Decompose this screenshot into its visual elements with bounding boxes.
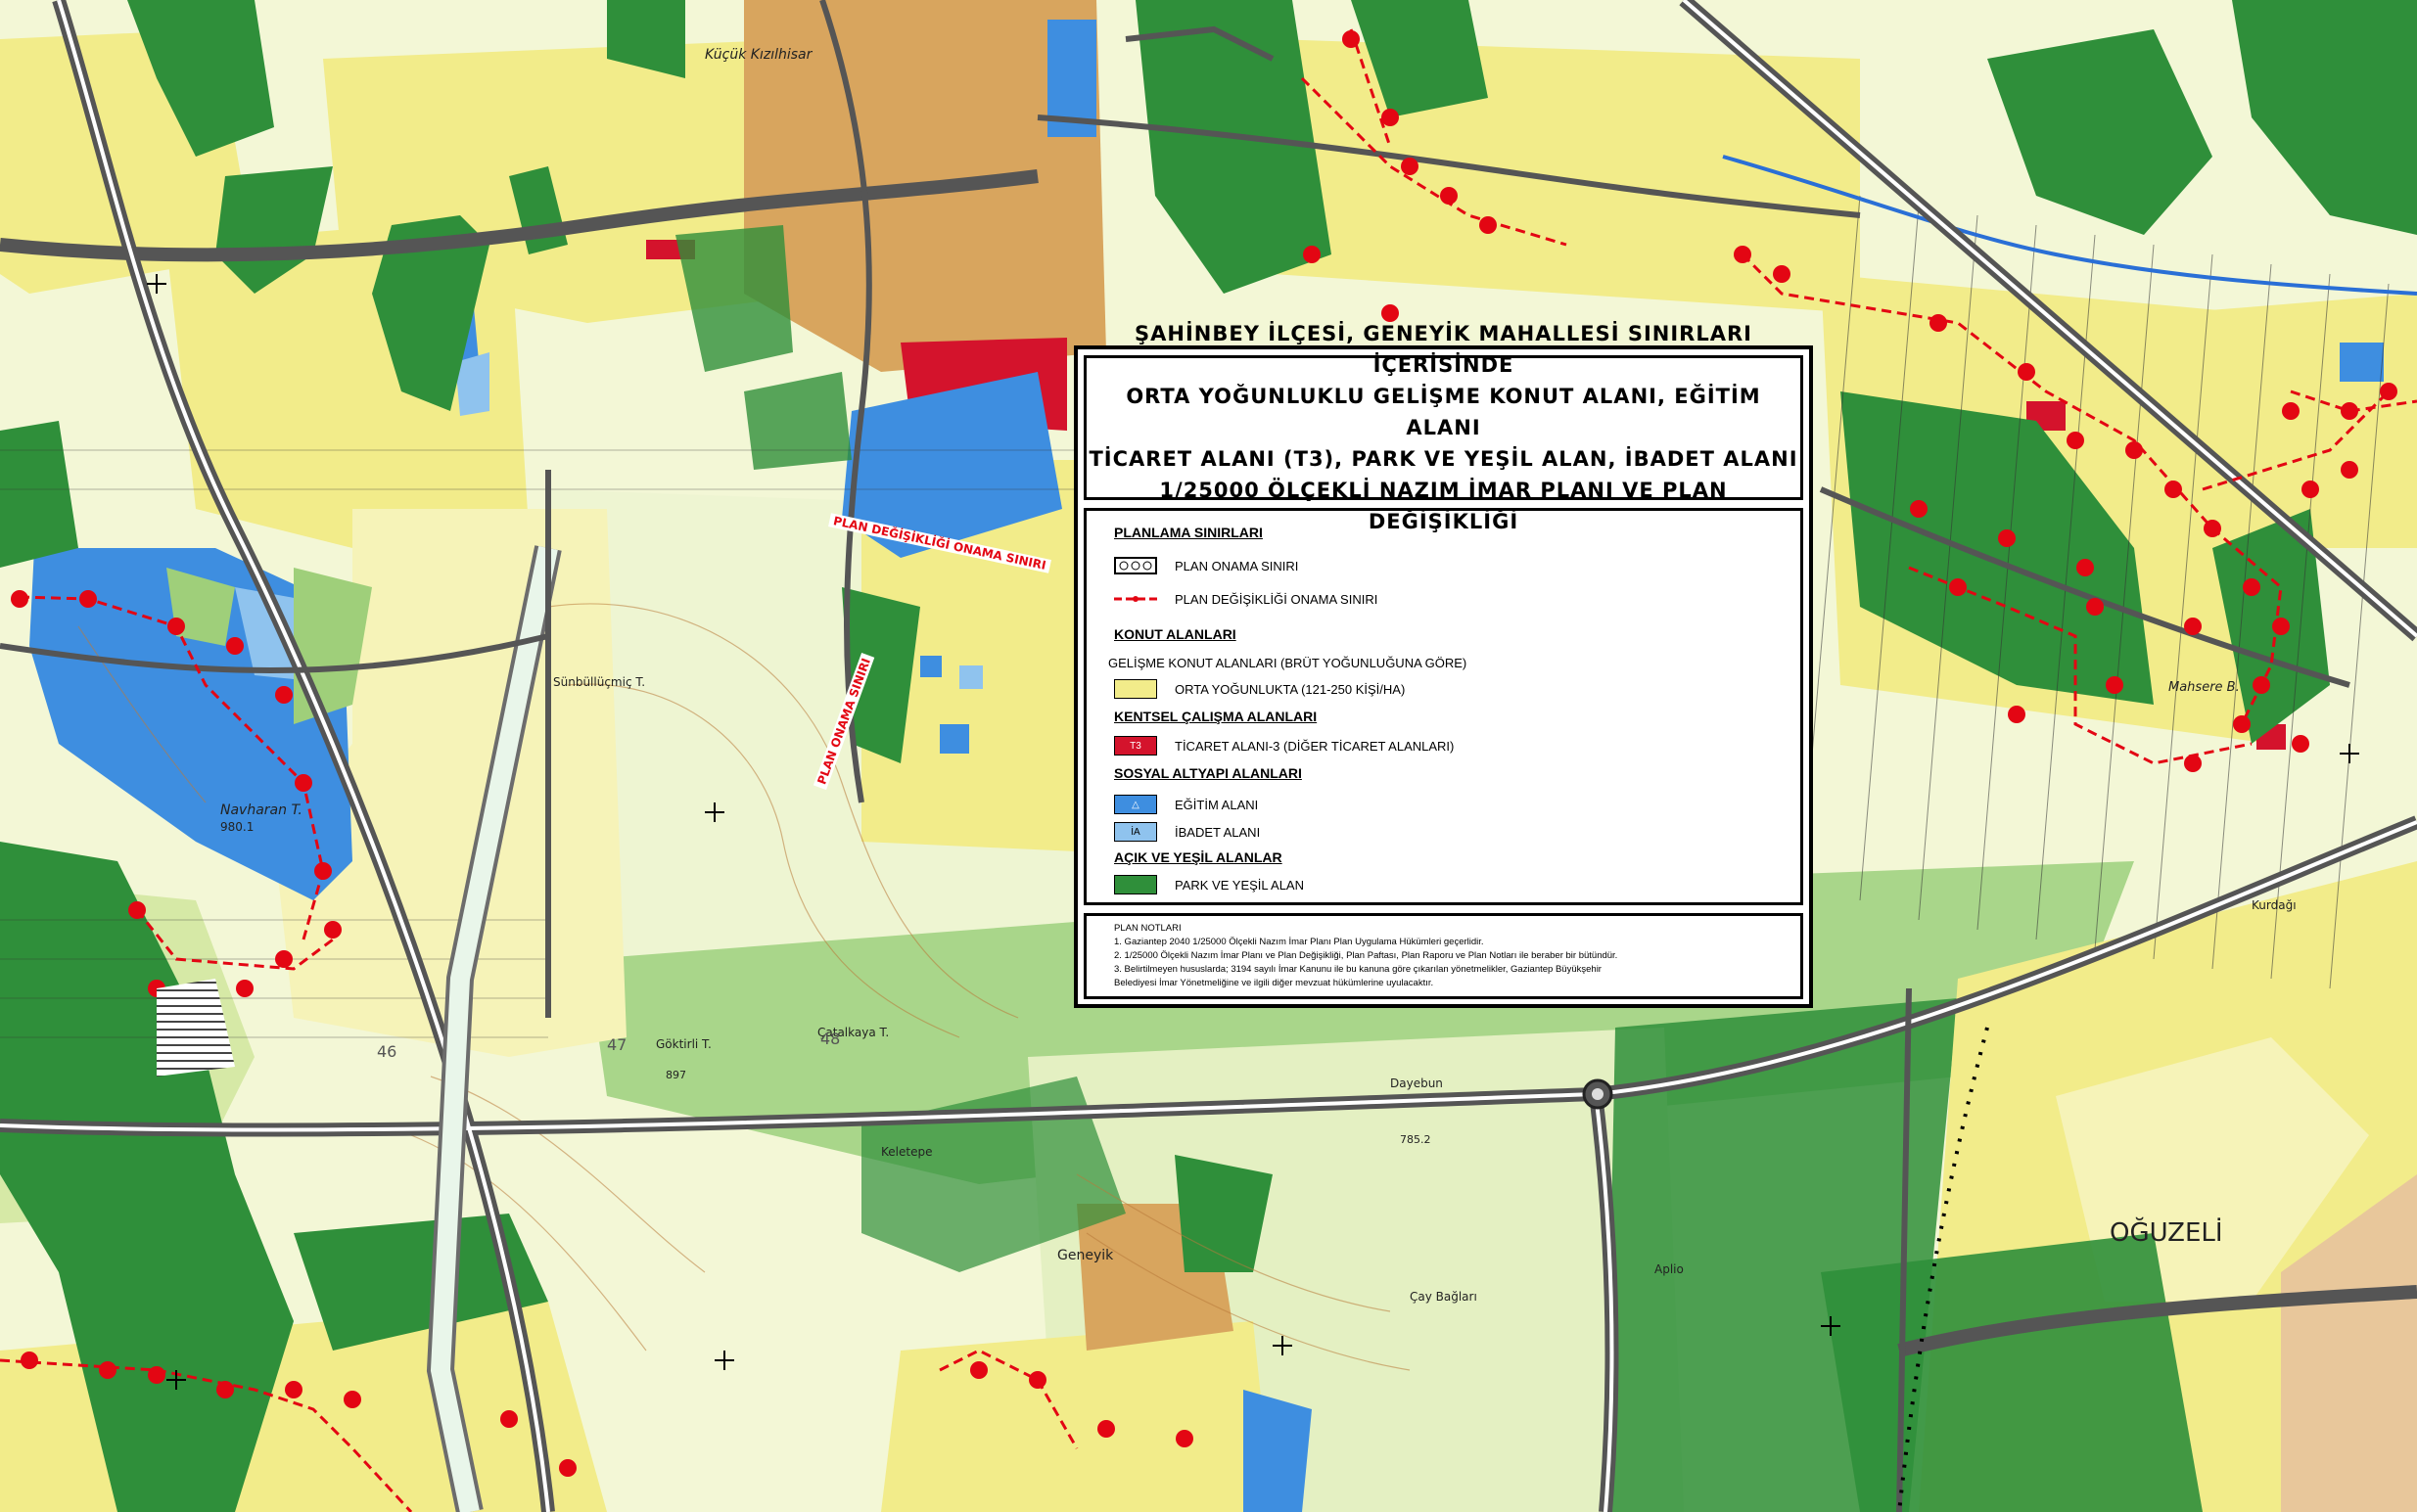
note-1: 1. Gaziantep 2040 1/25000 Ölçekli Nazım … [1114, 937, 1484, 947]
elevation-897-label: 897 [666, 1069, 686, 1081]
legend-panel: ŞAHİNBEY İLÇESİ, GENEYİK MAHALLESİ SINIR… [1074, 322, 1813, 1008]
section-sosyal: SOSYAL ALTYAPI ALANLARI [1114, 765, 1302, 781]
park-text: PARK VE YEŞİL ALAN [1175, 877, 1304, 893]
legend-orta: ORTA YOĞUNLUKTA (121-250 KİŞİ/HA) [1114, 679, 1405, 699]
notes-title: PLAN NOTLARI [1114, 923, 1182, 934]
plan-degisikligi-swatch [1114, 596, 1157, 602]
geneyik-label: Geneyik [1057, 1248, 1114, 1263]
title-line-2: ORTA YOĞUNLUKLU GELİŞME KONUT ALANI, EĞİ… [1126, 385, 1761, 439]
plan-title: ŞAHİNBEY İLÇESİ, GENEYİK MAHALLESİ SINIR… [1084, 322, 1803, 533]
legend-ticaret: T3 TİCARET ALANI-3 (DİĞER TİCARET ALANLA… [1114, 736, 1454, 756]
mahsere-label: Mahsere B. [2168, 680, 2240, 695]
ibadet-swatch: İA [1114, 822, 1157, 842]
title-line-1: ŞAHİNBEY İLÇESİ, GENEYİK MAHALLESİ SINIR… [1135, 322, 1752, 377]
ticaret-swatch: T3 [1114, 736, 1157, 756]
navharan-label: Navharan T. [220, 802, 302, 818]
legend-gelisme: GELİŞME KONUT ALANLARI (BRÜT YOĞUNLUĞUNA… [1108, 656, 1466, 670]
plan-notes: PLAN NOTLARI 1. Gaziantep 2040 1/25000 Ö… [1084, 913, 1803, 999]
section-kentsel: KENTSEL ÇALIŞMA ALANLARI [1114, 709, 1318, 724]
oguzeli-label: OĞUZELİ [2110, 1218, 2223, 1248]
aplio-label: Aplio [1654, 1262, 1684, 1276]
cay-baglari-label: Çay Bağları [1410, 1290, 1477, 1304]
kucuk-kizilhisar-label: Küçük Kızılhisar [705, 47, 813, 63]
elevation-980-label: 980.1 [220, 820, 255, 834]
legend-plan-onama: PLAN ONAMA SINIRI [1114, 556, 1298, 575]
legend-plan-degisikligi: PLAN DEĞİŞİKLİĞİ ONAMA SINIRI [1114, 589, 1377, 609]
plan-onama-text: PLAN ONAMA SINIRI [1175, 558, 1299, 573]
legend-park: PARK VE YEŞİL ALAN [1114, 875, 1304, 894]
note-3: 3. Belirtilmeyen hususlarda; 3194 sayılı… [1114, 964, 1602, 975]
keletepe-label: Keletepe [881, 1145, 933, 1159]
section-planlama: PLANLAMA SINIRLARI [1114, 525, 1263, 540]
orta-swatch [1114, 679, 1157, 699]
dayebun-label: Dayebun [1390, 1077, 1443, 1090]
ibadet-text: İBADET ALANI [1175, 824, 1261, 840]
legend-items: PLANLAMA SINIRLARI PLAN ONAMA SINIRI PLA… [1084, 508, 1803, 905]
note-4: Belediyesi İmar Yönetmeliğine ve ilgili … [1114, 978, 1434, 988]
sunbulluce-label: Sünbüllüçmiç T. [553, 675, 646, 689]
section-konut: KONUT ALANLARI [1114, 626, 1236, 642]
section-acik: AÇIK VE YEŞİL ALANLAR [1114, 849, 1282, 865]
plan-degisikligi-text: PLAN DEĞİŞİKLİĞİ ONAMA SINIRI [1175, 591, 1378, 607]
plan-onama-swatch [1114, 557, 1157, 574]
gokirli-label: Göktirli T. [656, 1037, 712, 1051]
park-swatch [1114, 875, 1157, 894]
title-line-3: TİCARET ALANI (T3), PARK VE YEŞİL ALAN, … [1089, 447, 1798, 471]
note-2: 2. 1/25000 Ölçekli Nazım İmar Planı ve P… [1114, 950, 1618, 961]
sheet-48-label: 48 [820, 1030, 841, 1048]
kurdagi-label: Kurdağı [2252, 898, 2297, 912]
egitim-swatch: △ [1114, 795, 1157, 814]
orta-text: ORTA YOĞUNLUKTA (121-250 KİŞİ/HA) [1175, 681, 1406, 697]
egitim-text: EĞİTİM ALANI [1175, 797, 1259, 812]
sheet-46-label: 46 [377, 1042, 397, 1061]
gelisme-text: GELİŞME KONUT ALANLARI (BRÜT YOĞUNLUĞUNA… [1108, 656, 1467, 670]
legend-egitim: △ EĞİTİM ALANI [1114, 795, 1258, 814]
legend-ibadet: İA İBADET ALANI [1114, 822, 1260, 842]
sheet-47-label: 47 [607, 1035, 627, 1054]
ticaret-text: TİCARET ALANI-3 (DİĞER TİCARET ALANLARI) [1175, 738, 1455, 754]
elevation-785-label: 785.2 [1400, 1133, 1431, 1146]
